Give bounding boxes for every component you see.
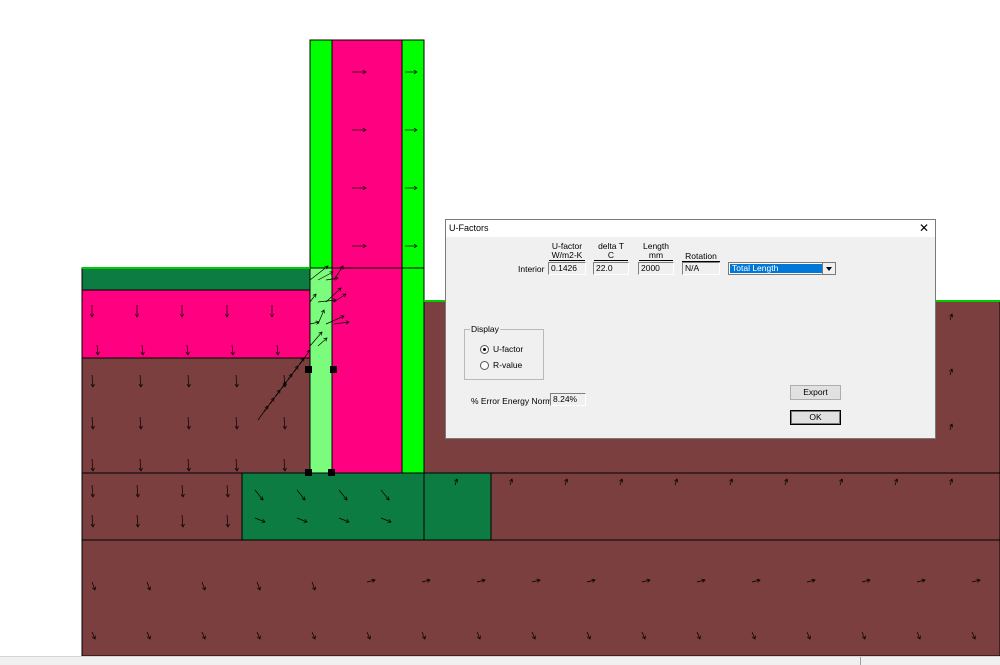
footing-region [241,472,425,541]
length-header: Length mm [639,242,673,261]
length-mode-select[interactable]: Total Length [728,262,836,275]
length-mode-value: Total Length [730,264,822,273]
rotation-header: Rotation [682,252,720,262]
ufactor-header-unit: W/m2-K [549,251,585,261]
handle-2 [330,366,337,373]
radio-ufactor[interactable]: U-factor [480,344,560,355]
handle-1 [305,366,312,373]
radio-ufactor-label: U-factor [493,344,524,354]
display-group-label: Display [470,324,500,334]
radio-ufactor-dot[interactable] [480,345,489,354]
dropdown-button[interactable] [822,263,835,274]
length-field[interactable]: 2000 [638,262,674,275]
display-groupbox: Display U-factor R-value [464,324,544,380]
rotation-field[interactable]: N/A [682,262,720,275]
handle-4 [328,469,335,476]
handle-3 [305,469,312,476]
floor-cover [81,267,311,291]
export-button[interactable]: Export [790,385,841,400]
close-icon[interactable]: ✕ [919,221,929,235]
deltat-header: delta T C [594,242,628,261]
dialog-titlebar[interactable]: U-Factors ✕ [446,220,935,237]
ufactor-header: U-factor W/m2-K [549,242,585,261]
deltat-field[interactable]: 22.0 [593,262,629,275]
ufactor-field[interactable]: 0.1426 [548,262,586,275]
radio-rvalue[interactable]: R-value [480,360,560,371]
soil-region-main [81,539,1000,657]
interior-row-label: Interior [518,264,545,274]
deltat-header-unit: C [594,251,628,261]
dropdown-arrow-icon [826,267,832,271]
floor-slab-insulation [81,289,311,359]
dialog-title: U-Factors [449,223,489,233]
wall-insulation-magenta [331,39,403,474]
error-norm-label: % Error Energy Norm [471,396,553,406]
radio-rvalue-dot[interactable] [480,361,489,370]
radio-rvalue-label: R-value [493,360,523,370]
error-norm-field[interactable]: 8.24% [550,393,586,406]
rotation-header-name: Rotation [682,252,720,262]
wall-light-green-lower [309,267,333,474]
u-factors-dialog[interactable]: U-Factors ✕ U-factor W/m2-K delta T C Le… [445,219,936,439]
footing-extension [423,472,492,541]
ok-button[interactable]: OK [790,410,841,425]
wall-exterior-green-layer [401,39,425,474]
length-header-unit: mm [639,251,673,261]
